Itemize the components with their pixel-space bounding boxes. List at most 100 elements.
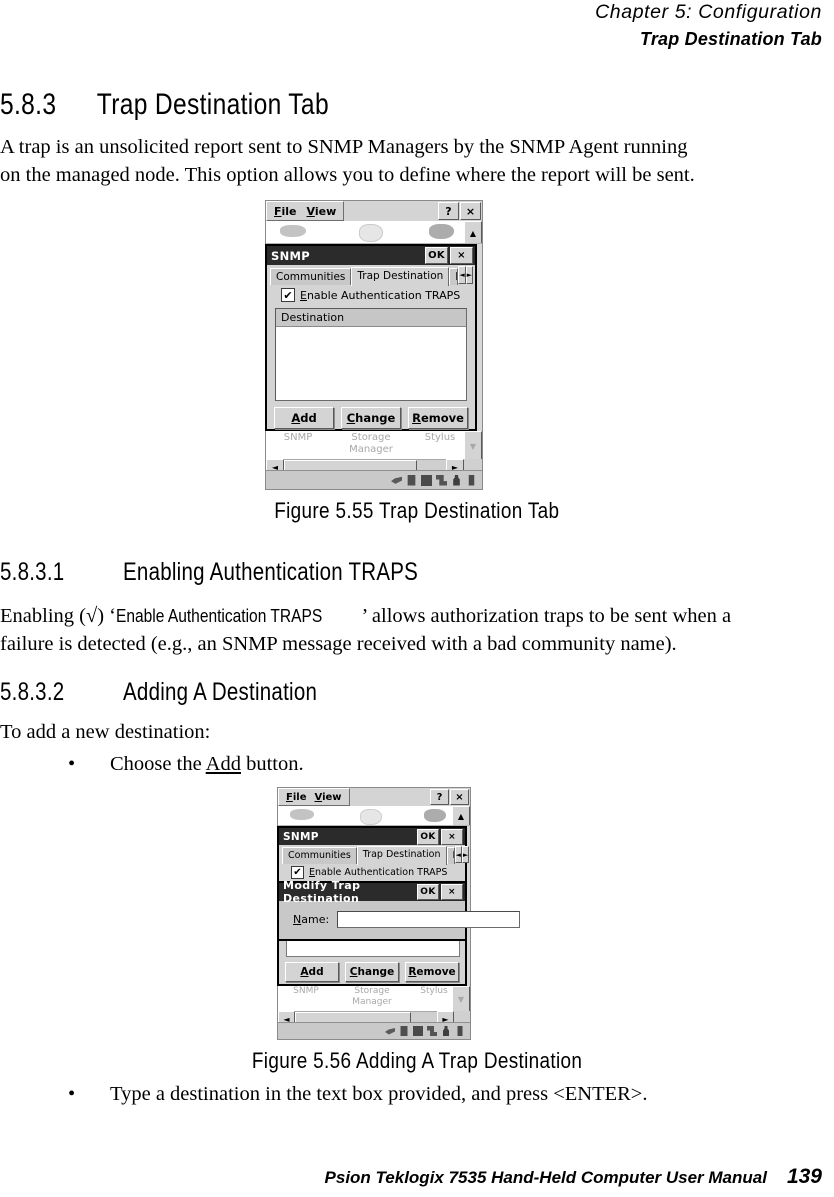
vertical-scroll-down-button[interactable]: ▼ [464, 431, 482, 459]
paragraph-enabling-traps-line2: failure is detected (e.g., an SNMP messa… [0, 633, 677, 655]
change-button[interactable]: Change [345, 962, 399, 982]
tab-next-arrow-button[interactable]: ► [465, 266, 473, 284]
paragraph-enabling-traps: Enabling (√) ‘Enable Authentication TRAP… [0, 602, 790, 658]
ce-menu-group[interactable]: File View [266, 201, 345, 221]
ok-button[interactable]: OK [417, 828, 439, 845]
heading-5-8-3-number: 5.8.3 [0, 88, 57, 121]
vertical-scroll-up-button[interactable]: ▲ [452, 806, 470, 825]
modify-trap-destination-dialog: Modify Trap Destination OK × Name: [277, 879, 521, 941]
change-button[interactable]: Change [341, 407, 401, 429]
add-button[interactable]: Add [274, 407, 334, 429]
add-button[interactable]: Add [285, 962, 339, 982]
tab-communities[interactable]: Communities [282, 847, 357, 864]
tab-trap-destination[interactable]: Trap Destination [356, 846, 447, 865]
menu-item-view[interactable]: View [314, 792, 341, 803]
desktop-label-strip: SNMP Storage Manager Stylus ▼ [266, 431, 482, 459]
desktop-label-strip: SNMP Storage Manager Stylus ▼ [278, 986, 470, 1011]
tab-prev-arrow-button[interactable]: ◄ [454, 846, 462, 863]
menubar-spacer [344, 201, 438, 221]
paragraph-enabling-traps-emphasis: Enable Authentication TRAPS [116, 605, 323, 626]
menu-item-file[interactable]: File [274, 205, 297, 218]
tab-next-arrow-button[interactable]: ► [461, 846, 470, 863]
heading-5-8-3-2-title: Adding A Destination [123, 678, 318, 706]
desktop-icon-3 [424, 809, 446, 822]
desktop-icon-1 [290, 809, 314, 820]
desktop-label-snmp: SNMP [293, 986, 319, 996]
snmp-dialog-titlebar: SNMP OK × [267, 246, 475, 265]
enable-authentication-traps-label: Enable Authentication TRAPS [300, 288, 461, 302]
close-icon[interactable]: × [450, 789, 469, 805]
tray-radio-signal-icon[interactable] [421, 474, 432, 486]
remove-button[interactable]: Remove [405, 962, 459, 982]
modify-trap-destination-title: Modify Trap Destination [283, 879, 361, 905]
heading-5-8-3: 5.8.3 Trap Destination Tab [0, 88, 329, 122]
bullet-choose-add-pre: Choose the [110, 753, 206, 775]
page-footer: Psion Teklogix 7535 Hand-Held Computer U… [325, 1165, 822, 1189]
desktop-icon-2 [360, 809, 382, 825]
vertical-scroll-up-button[interactable]: ▲ [464, 221, 482, 243]
tray-connection-icon[interactable] [391, 476, 402, 484]
help-button[interactable]: ? [430, 789, 449, 805]
ce-menubar: File View ? × [266, 201, 482, 222]
enable-authentication-traps-checkbox[interactable]: ✔ [291, 866, 304, 879]
destination-button-row: Add Change Remove [279, 958, 465, 986]
tray-document-icon[interactable] [400, 1026, 408, 1036]
tray-document-icon[interactable] [407, 474, 416, 486]
vertical-scroll-down-button[interactable]: ▼ [452, 986, 470, 1011]
enable-authentication-traps-row[interactable]: ✔ Enable Authentication TRAPS [279, 864, 465, 880]
menu-item-view[interactable]: View [307, 205, 337, 218]
destination-column-header: Destination [276, 309, 466, 327]
tray-battery-icon[interactable] [468, 474, 475, 486]
heading-5-8-3-1-number: 5.8.3.1 [0, 558, 65, 586]
remove-button[interactable]: Remove [408, 407, 468, 429]
paragraph-enabling-traps-b: ’ allows authorization traps to be sent … [361, 605, 732, 627]
paragraph-trap-intro: A trap is an unsolicited report sent to … [0, 133, 790, 189]
menu-item-file[interactable]: File [286, 792, 306, 803]
figure-5-55-caption-text: Figure 5.55 Trap Destination Tab [274, 498, 560, 523]
running-header: Chapter 5: Configuration Trap Destinatio… [595, 0, 822, 51]
tray-radio-signal-icon[interactable] [413, 1026, 423, 1036]
snmp-dialog-titlebar: SNMP OK × [279, 828, 465, 845]
page-number: 139 [786, 1165, 822, 1188]
modify-trap-destination-titlebar: Modify Trap Destination OK × [279, 879, 465, 905]
enable-authentication-traps-label: Enable Authentication TRAPS [309, 867, 448, 878]
heading-5-8-3-1: 5.8.3.1 Enabling Authentication TRAPS [0, 558, 418, 587]
tray-keyboard-indicator-icon[interactable] [453, 474, 460, 486]
heading-5-8-3-1-title: Enabling Authentication TRAPS [123, 558, 419, 586]
heading-5-8-3-2-number: 5.8.3.2 [0, 678, 65, 706]
figure-5-56-device-screenshot: File View ? × ▲ SNMP Storage Manager Styl… [277, 787, 521, 1040]
close-icon[interactable]: × [441, 884, 463, 900]
enable-authentication-traps-row[interactable]: ✔ Enable Authentication TRAPS [267, 285, 475, 304]
snmp-dialog-title: SNMP [271, 248, 310, 263]
destination-button-row: Add Change Remove [267, 401, 475, 435]
close-icon[interactable]: × [460, 202, 481, 220]
tab-prev-arrow-button[interactable]: ◄ [458, 266, 466, 284]
tray-connection-icon[interactable] [385, 1028, 395, 1035]
footer-manual-title: Psion Teklogix 7535 Hand-Held Computer U… [324, 1168, 767, 1187]
tab-trap-destination[interactable]: Trap Destination [351, 267, 450, 286]
enable-authentication-traps-checkbox[interactable]: ✔ [281, 288, 295, 302]
ok-button[interactable]: OK [425, 247, 448, 264]
desktop-label-storage-manager: Storage Manager [349, 432, 393, 455]
tray-battery-icon[interactable] [457, 1026, 463, 1036]
tab-partial[interactable]: P [446, 847, 455, 864]
desktop-icon-2 [359, 224, 383, 242]
desktop-icon-strip: ▲ [278, 806, 470, 826]
close-icon[interactable]: × [450, 247, 473, 264]
tray-keyboard-indicator-icon[interactable] [443, 1026, 449, 1036]
help-button[interactable]: ? [438, 202, 459, 220]
system-taskbar [278, 1022, 470, 1039]
tray-network-icon[interactable] [436, 474, 447, 486]
name-input[interactable] [337, 911, 521, 928]
tab-communities[interactable]: Communities [270, 268, 352, 285]
tray-network-icon[interactable] [427, 1026, 437, 1036]
destination-list-body[interactable] [276, 327, 466, 399]
destination-listbox[interactable]: Destination [275, 308, 467, 401]
figure-5-55-caption: Figure 5.55 Trap Destination Tab [0, 498, 834, 524]
menubar-spacer [350, 788, 430, 806]
ce-menu-group[interactable]: File View [278, 788, 350, 806]
close-icon[interactable]: × [441, 828, 463, 845]
ok-button[interactable]: OK [417, 884, 439, 900]
tab-partial[interactable]: P [449, 268, 459, 285]
bullet-choose-add-post: button. [240, 753, 304, 775]
